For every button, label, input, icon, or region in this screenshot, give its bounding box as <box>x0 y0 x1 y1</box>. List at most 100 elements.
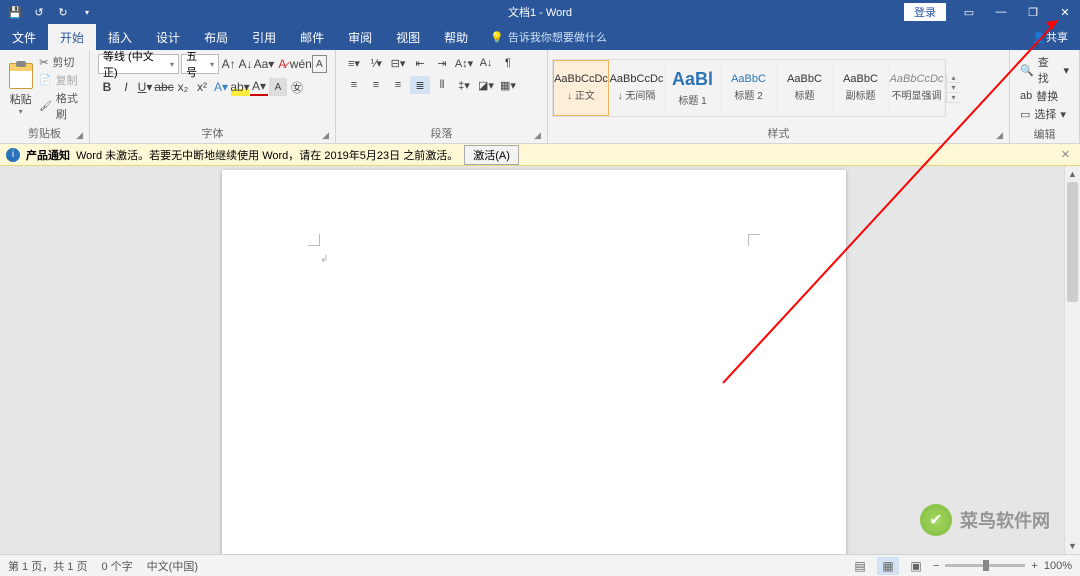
watermark-text: 菜鸟软件网 <box>960 507 1050 533</box>
align-left-icon[interactable]: ≡ <box>344 76 364 94</box>
select-button[interactable]: ▭选择▾ <box>1020 106 1069 122</box>
style-item[interactable]: AaBbCcDc不明显强调 <box>889 60 945 116</box>
status-page[interactable]: 第 1 页，共 1 页 <box>8 558 87 574</box>
style-item[interactable]: AaBl标题 1 <box>665 60 721 116</box>
paste-button[interactable]: 粘贴 ▾ <box>4 52 37 123</box>
tab-help[interactable]: 帮助 <box>432 24 480 50</box>
copy-icon <box>39 74 51 86</box>
increase-indent-icon[interactable]: ⇥ <box>432 54 452 72</box>
zoom-out-button[interactable]: − <box>933 560 939 572</box>
scroll-thumb[interactable] <box>1067 182 1078 302</box>
styles-gallery[interactable]: AaBbCcDc↓ 正文AaBbCcDc↓ 无间隔AaBl标题 1AaBbC标题… <box>552 59 946 117</box>
activate-button[interactable]: 激活(A) <box>464 145 519 165</box>
style-item[interactable]: AaBbC副标题 <box>833 60 889 116</box>
info-icon: i <box>6 148 20 162</box>
justify-icon[interactable]: ≣ <box>410 76 430 94</box>
style-item[interactable]: AaBbC标题 2 <box>721 60 777 116</box>
char-border-icon[interactable]: A <box>312 55 327 73</box>
status-words[interactable]: 0 个字 <box>101 558 132 574</box>
sort-icon[interactable]: A↓ <box>476 54 496 72</box>
print-layout-icon[interactable]: ▦ <box>877 557 899 575</box>
italic-button[interactable]: I <box>117 78 135 96</box>
change-case-icon[interactable]: Aa▾ <box>255 55 273 73</box>
borders-icon[interactable]: ▦▾ <box>498 76 518 94</box>
line-spacing-icon[interactable]: ‡▾ <box>454 76 474 94</box>
zoom-level[interactable]: 100% <box>1044 560 1072 572</box>
tab-review[interactable]: 审阅 <box>336 24 384 50</box>
styles-dialog-icon[interactable]: ◢ <box>996 130 1003 141</box>
styles-more[interactable]: ▴▾▾ <box>946 73 960 103</box>
share-button[interactable]: 👤 共享 <box>1020 24 1080 50</box>
tab-insert[interactable]: 插入 <box>96 24 144 50</box>
tab-file[interactable]: 文件 <box>0 24 48 50</box>
shading-icon[interactable]: ◪▾ <box>476 76 496 94</box>
multilevel-icon[interactable]: ⊟▾ <box>388 54 408 72</box>
strike-button[interactable]: abc <box>155 78 173 96</box>
shrink-font-icon[interactable]: A↓ <box>238 55 253 73</box>
copy-button[interactable]: 复制 <box>39 72 85 88</box>
clear-format-icon[interactable]: A̷ <box>275 55 290 73</box>
font-size-combo[interactable]: 五号▾ <box>181 54 219 74</box>
activation-notice: i 产品通知 Word 未激活。若要无中断地继续使用 Word，请在 2019年… <box>0 144 1080 166</box>
find-button[interactable]: 🔍查找▾ <box>1020 54 1069 86</box>
underline-button[interactable]: U▾ <box>136 78 154 96</box>
replace-button[interactable]: ab替换 <box>1020 88 1069 104</box>
text-effects-icon[interactable]: A▾ <box>212 78 230 96</box>
subscript-button[interactable]: x₂ <box>174 78 192 96</box>
grow-font-icon[interactable]: A↑ <box>221 55 236 73</box>
paragraph-dialog-icon[interactable]: ◢ <box>534 130 541 141</box>
numbering-icon[interactable]: ⅟▾ <box>366 54 386 72</box>
watermark: ✔ 菜鸟软件网 <box>920 504 1050 536</box>
login-button[interactable]: 登录 <box>904 3 946 21</box>
asian-layout-icon[interactable]: A↕▾ <box>454 54 474 72</box>
style-item[interactable]: AaBbC标题 <box>777 60 833 116</box>
read-mode-icon[interactable]: ▤ <box>849 557 871 575</box>
web-layout-icon[interactable]: ▣ <box>905 557 927 575</box>
font-dialog-icon[interactable]: ◢ <box>322 130 329 141</box>
enclose-char-icon[interactable]: ㊛ <box>288 78 306 96</box>
notice-close-icon[interactable]: ✕ <box>1057 148 1074 161</box>
bullets-icon[interactable]: ≡▾ <box>344 54 364 72</box>
tell-me-search[interactable]: 💡 告诉我你想要做什么 <box>480 24 607 50</box>
page[interactable]: ↲ <box>222 170 846 554</box>
style-item[interactable]: AaBbCcDc↓ 无间隔 <box>609 60 665 116</box>
zoom-in-button[interactable]: + <box>1031 560 1037 572</box>
show-marks-icon[interactable]: ¶ <box>498 54 518 72</box>
tab-references[interactable]: 引用 <box>240 24 288 50</box>
highlight-icon[interactable]: ab▾ <box>231 78 249 96</box>
align-right-icon[interactable]: ≡ <box>388 76 408 94</box>
minimize-button[interactable]: — <box>986 0 1016 24</box>
clipboard-dialog-icon[interactable]: ◢ <box>76 130 83 141</box>
scroll-down-icon[interactable]: ▼ <box>1065 538 1080 554</box>
redo-icon[interactable]: ↻ <box>56 5 70 19</box>
phonetic-icon[interactable]: wén <box>292 55 310 73</box>
tab-view[interactable]: 视图 <box>384 24 432 50</box>
font-color-icon[interactable]: A▾ <box>250 78 268 96</box>
maximize-button[interactable]: ❐ <box>1018 0 1048 24</box>
close-button[interactable]: ✕ <box>1050 0 1080 24</box>
superscript-button[interactable]: x² <box>193 78 211 96</box>
bold-button[interactable]: B <box>98 78 116 96</box>
cut-button[interactable]: 剪切 <box>39 54 85 70</box>
tab-mail[interactable]: 邮件 <box>288 24 336 50</box>
zoom-slider[interactable] <box>945 564 1025 567</box>
tab-home[interactable]: 开始 <box>48 24 96 50</box>
select-icon: ▭ <box>1020 108 1030 121</box>
distribute-icon[interactable]: ⫴ <box>432 76 452 94</box>
char-shading-icon[interactable]: A <box>269 78 287 96</box>
align-center-icon[interactable]: ≡ <box>366 76 386 94</box>
tab-design[interactable]: 设计 <box>144 24 192 50</box>
status-lang[interactable]: 中文(中国) <box>147 558 198 574</box>
font-name-combo[interactable]: 等线 (中文正)▾ <box>98 54 179 74</box>
decrease-indent-icon[interactable]: ⇤ <box>410 54 430 72</box>
document-area[interactable]: ↲ ▲ ▼ <box>0 166 1080 554</box>
qat-more-icon[interactable]: ▾ <box>80 5 94 19</box>
save-icon[interactable]: 💾 <box>8 5 22 19</box>
undo-icon[interactable]: ↺ <box>32 5 46 19</box>
format-painter-button[interactable]: 格式刷 <box>39 90 85 122</box>
style-item[interactable]: AaBbCcDc↓ 正文 <box>553 60 609 116</box>
scroll-up-icon[interactable]: ▲ <box>1065 166 1080 182</box>
ribbon-options-icon[interactable]: ▭ <box>954 0 984 24</box>
tab-layout[interactable]: 布局 <box>192 24 240 50</box>
vertical-scrollbar[interactable]: ▲ ▼ <box>1064 166 1080 554</box>
